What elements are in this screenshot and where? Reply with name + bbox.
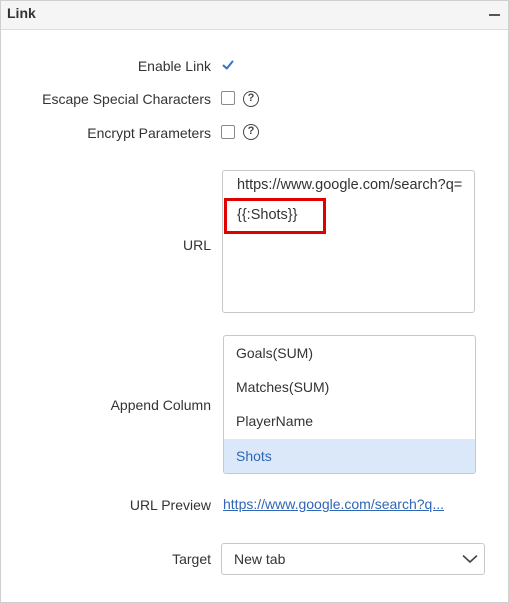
url-preview-label: URL Preview — [129, 497, 211, 513]
token-highlight — [224, 198, 326, 234]
target-label: Target — [172, 551, 211, 567]
url-textarea[interactable]: https://www.google.com/search?q= {{:Shot… — [222, 170, 475, 313]
list-item[interactable]: PlayerName — [224, 404, 475, 439]
escape-special-label: Escape Special Characters — [42, 91, 211, 107]
panel-header: Link — [1, 1, 508, 30]
url-preview-link[interactable]: https://www.google.com/search?q... — [223, 496, 444, 512]
checkmark-icon — [222, 60, 234, 70]
list-item-selected[interactable]: Shots — [224, 439, 475, 473]
url-label: URL — [182, 237, 211, 253]
target-value: New tab — [234, 551, 286, 567]
enable-link-checkbox[interactable] — [221, 58, 235, 72]
list-item[interactable]: Matches(SUM) — [224, 370, 475, 405]
chevron-down-icon[interactable] — [462, 553, 478, 565]
escape-special-checkbox[interactable] — [221, 91, 235, 105]
collapse-icon[interactable] — [489, 14, 500, 16]
question-circle-icon[interactable]: ? — [243, 124, 259, 140]
enable-link-label: Enable Link — [137, 58, 211, 74]
append-column-label: Append Column — [110, 397, 211, 413]
panel-title: Link — [7, 5, 36, 21]
encrypt-params-checkbox[interactable] — [221, 125, 235, 139]
append-column-list[interactable]: Goals(SUM) Matches(SUM) PlayerName Shots — [223, 335, 476, 474]
url-text: https://www.google.com/search?q= — [237, 177, 463, 193]
encrypt-params-label: Encrypt Parameters — [87, 125, 211, 141]
question-circle-icon[interactable]: ? — [243, 91, 259, 107]
list-item[interactable]: Goals(SUM) — [224, 336, 475, 371]
target-select[interactable]: New tab — [221, 543, 485, 575]
